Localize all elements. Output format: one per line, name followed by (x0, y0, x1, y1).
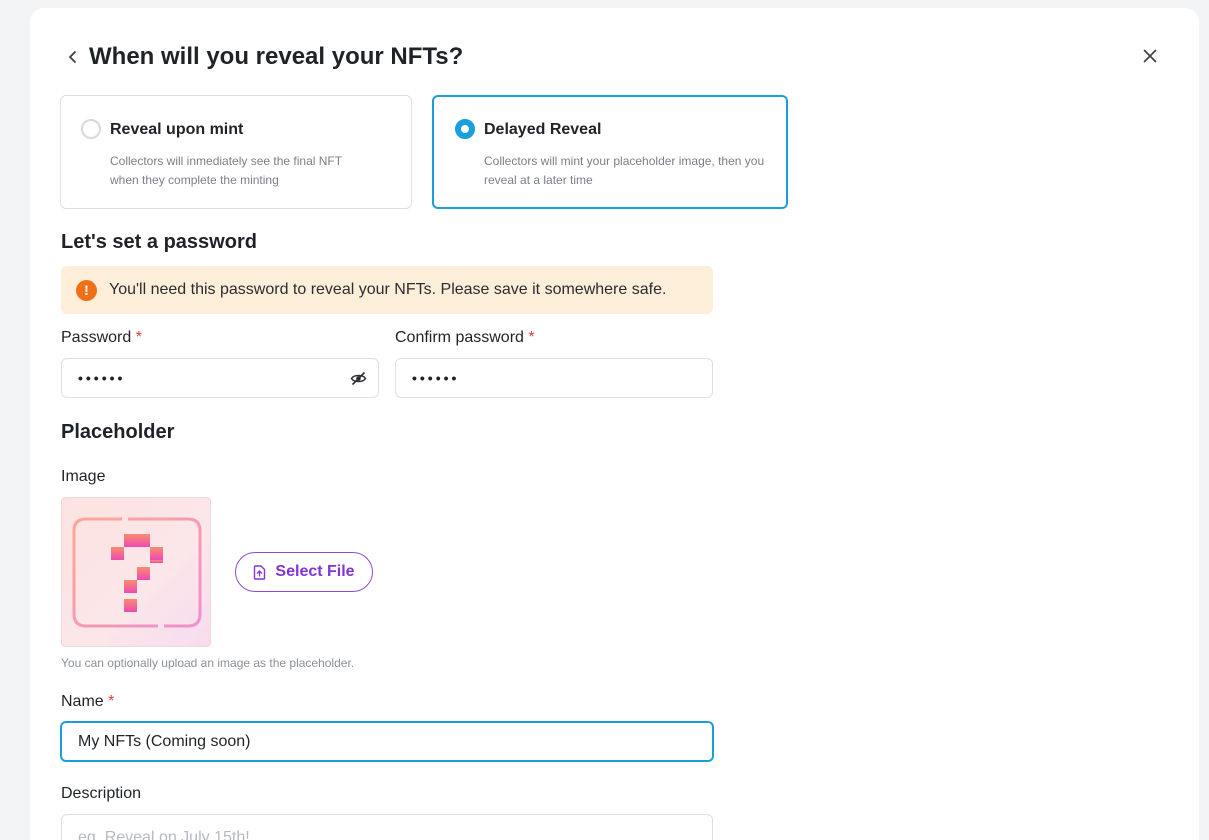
select-file-button[interactable]: Select File (235, 552, 373, 592)
placeholder-image (61, 497, 211, 647)
option-description: Collectors will inmediately see the fina… (110, 154, 342, 187)
modal-title: When will you reveal your NFTs? (89, 43, 464, 70)
image-hint: You can optionally upload an image as th… (61, 656, 355, 670)
file-icon (254, 564, 266, 580)
chevron-left-icon[interactable] (62, 46, 84, 68)
radio-selected[interactable] (455, 119, 475, 139)
description-label: Description (61, 785, 142, 802)
radio-unselected[interactable] (81, 119, 101, 139)
eye-off-icon[interactable] (350, 370, 367, 387)
name-value: My NFTs (Coming soon) (78, 732, 251, 750)
required-mark: * (528, 329, 535, 346)
warning-text: You'll need this password to reveal your… (109, 281, 667, 298)
close-icon[interactable] (1138, 44, 1162, 68)
password-label: Password * (61, 329, 142, 346)
name-label: Name * (61, 693, 115, 710)
warning-banner: ! You'll need this password to reveal yo… (61, 266, 713, 314)
required-mark: * (135, 329, 142, 346)
password-value: •••••• (78, 370, 126, 386)
reveal-modal: When will you reveal your NFTs? Reveal u… (30, 8, 1199, 840)
name-field[interactable]: My NFTs (Coming soon) (60, 721, 714, 762)
option-delayed-reveal[interactable]: Delayed Reveal Collectors will mint your… (432, 95, 788, 209)
option-title: Reveal upon mint (110, 121, 244, 138)
confirm-password-field[interactable]: •••••• (395, 358, 713, 398)
option-description: Collectors will mint your placeholder im… (484, 154, 765, 187)
warning-icon: ! (76, 279, 97, 301)
confirm-password-value: •••••• (412, 370, 460, 386)
description-field[interactable]: eg. Reveal on July 15th! (61, 814, 713, 840)
image-label: Image (61, 468, 106, 485)
description-placeholder: eg. Reveal on July 15th! (78, 829, 250, 840)
confirm-password-label: Confirm password * (395, 329, 535, 346)
required-mark: * (108, 693, 115, 710)
select-file-label: Select File (275, 563, 355, 580)
placeholder-heading: Placeholder (61, 421, 175, 443)
password-heading: Let's set a password (61, 231, 257, 253)
option-title: Delayed Reveal (484, 121, 602, 138)
option-reveal-upon-mint[interactable]: Reveal upon mint Collectors will inmedia… (60, 95, 412, 209)
password-field[interactable]: •••••• (61, 358, 379, 398)
